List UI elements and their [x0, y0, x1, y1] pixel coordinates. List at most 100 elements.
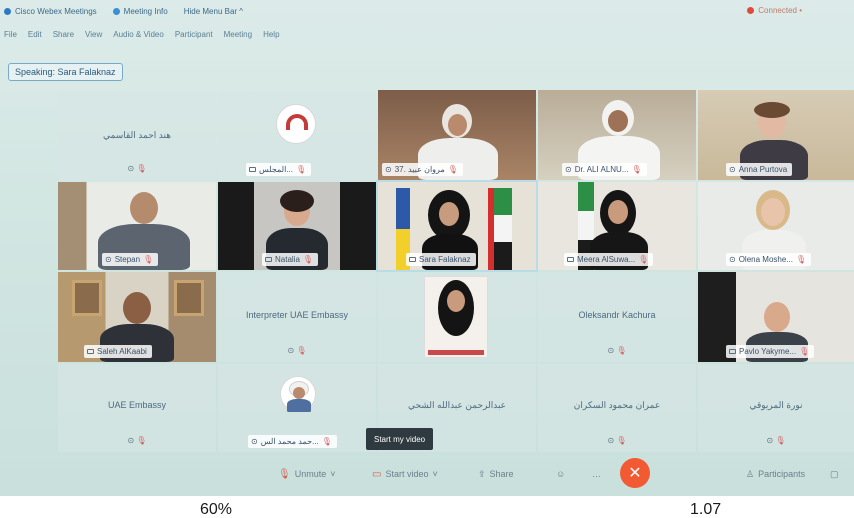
more-options-button[interactable]: …	[592, 467, 601, 481]
more-icon: …	[592, 469, 601, 479]
participant-name: هند احمد القاسمي	[103, 130, 171, 140]
participant-tile[interactable]: نورة المريوقي ⊙ 🎙	[698, 364, 854, 452]
participant-tile[interactable]: Oleksandr Kachura ⊙ 🎙	[538, 272, 696, 362]
share-icon: ⇪	[478, 468, 486, 479]
info-icon	[112, 7, 120, 15]
video-icon: ⊙	[729, 255, 736, 264]
organization-logo	[276, 104, 316, 144]
wall-portrait	[72, 280, 102, 316]
unmute-button[interactable]: 🎙 Unmute ˅	[278, 467, 335, 481]
video-icon: ⊙	[729, 165, 736, 174]
webex-logo-icon	[4, 7, 11, 15]
participant-label: Saleh AlKaabi	[84, 345, 152, 358]
start-video-button[interactable]: ▭ Start video ˅	[372, 467, 438, 481]
menu-edit[interactable]: Edit	[28, 30, 42, 44]
participant-name: Oleksandr Kachura	[578, 310, 656, 320]
participant-avatar	[280, 376, 316, 412]
status-icons: ⊙ 🎙	[766, 436, 786, 445]
connection-icon	[747, 7, 755, 14]
connection-status[interactable]: Connected •	[747, 6, 802, 15]
meeting-window: Cisco Webex Meetings Meeting Info Hide M…	[0, 0, 854, 496]
share-button[interactable]: ⇪ Share	[478, 467, 514, 481]
participant-tile[interactable]: المجلس... 🎙	[218, 92, 376, 180]
camera-icon	[409, 257, 416, 262]
participant-video-tile[interactable]: ⊙ Anna Purtova	[698, 90, 854, 180]
participant-label: المجلس... 🎙	[246, 163, 312, 176]
participant-name: UAE Embassy	[107, 400, 167, 410]
chat-button[interactable]: ▢	[830, 467, 839, 481]
participant-video-tile[interactable]: Saleh AlKaabi	[58, 272, 216, 362]
camera-icon	[87, 349, 94, 354]
start-video-tooltip: Start my video	[366, 428, 434, 450]
right-number: 1.07	[690, 501, 722, 518]
participant-label: Natalia 🎙	[262, 253, 319, 266]
participant-video-tile[interactable]: ⊙ Olena Moshe... 🎙	[698, 182, 854, 270]
flag-uae	[494, 188, 512, 270]
status-icons: ⊙ 🎙	[607, 436, 627, 445]
video-icon: ⊙	[251, 437, 258, 446]
end-meeting-button[interactable]: ✕	[620, 458, 650, 488]
camera-icon	[567, 257, 574, 262]
participant-video-tile[interactable]: Natalia 🎙	[218, 182, 376, 270]
active-speaker-indicator: Speaking: Sara Falaknaz	[8, 63, 123, 81]
caption-strip: 60% 1.07	[0, 496, 854, 518]
camera-off-icon	[249, 167, 256, 172]
participant-tile[interactable]: Interpreter UAE Embassy ⊙ 🎙	[218, 272, 376, 362]
participants-icon: ♙	[746, 468, 755, 479]
camera-icon	[729, 349, 736, 354]
arch-icon	[286, 114, 308, 130]
muted-mic-icon: 🎙	[278, 468, 291, 480]
participant-hair	[754, 102, 790, 118]
meeting-controls-toolbar: 🎙 Unmute ˅ ▭ Start video ˅ ⇪ Share ☺ … ♙…	[0, 456, 854, 492]
participant-video-tile[interactable]: Meera AlSuwa... 🎙	[538, 182, 696, 270]
muted-mic-icon: 🎙	[631, 165, 642, 174]
chat-icon: ▢	[830, 468, 839, 479]
active-speaker-video-tile[interactable]: Sara Falaknaz	[376, 180, 538, 272]
wall-portrait	[174, 280, 204, 316]
participant-tile[interactable]: هند احمد القاسمي ⊙ 🎙	[58, 92, 216, 180]
menu-help[interactable]: Help	[263, 30, 279, 44]
hide-menu-bar-button[interactable]: Hide Menu Bar ^	[184, 7, 243, 16]
participant-label: ⊙ مروان عبيد .37 🎙	[382, 163, 463, 176]
participant-label: Pavlo Yakyme... 🎙	[726, 345, 815, 358]
reactions-button[interactable]: ☺	[556, 467, 565, 481]
left-number: 60%	[200, 501, 233, 518]
chevron-down-icon[interactable]: ˅	[330, 469, 335, 479]
participant-tile[interactable]	[378, 272, 536, 362]
participant-video-tile[interactable]: ⊙ Dr. ALI ALNU... 🎙	[538, 90, 696, 180]
menu-share[interactable]: Share	[53, 30, 74, 44]
participant-video-tile[interactable]: Pavlo Yakyme... 🎙	[698, 272, 854, 362]
participant-label: ⊙ حمد محمد الس... 🎙	[248, 435, 337, 448]
menu-view[interactable]: View	[85, 30, 102, 44]
participant-video-tile[interactable]: ⊙ مروان عبيد .37 🎙	[378, 90, 536, 180]
participant-label: ⊙ Olena Moshe... 🎙	[726, 253, 812, 266]
muted-mic-icon: 🎙	[638, 255, 649, 264]
chevron-down-icon[interactable]: ˅	[432, 469, 437, 479]
participant-name: عبدالرحمن عبدالله الشحي	[407, 400, 507, 410]
status-icons: ⊙ 🎙	[607, 346, 627, 355]
menu-meeting[interactable]: Meeting	[224, 30, 252, 44]
video-off-icon: ▭	[372, 468, 382, 480]
participant-tile[interactable]: عمران محمود السكران ⊙ 🎙	[538, 364, 696, 452]
meeting-info-button[interactable]: Meeting Info	[112, 7, 168, 16]
muted-mic-icon: 🎙	[295, 165, 307, 174]
participant-video-tile[interactable]: ⊙ Stepan 🎙	[58, 182, 216, 270]
menu-participant[interactable]: Participant	[175, 30, 213, 44]
camera-icon	[265, 257, 272, 262]
menu-audio-video[interactable]: Audio & Video	[113, 30, 164, 44]
participant-name: Interpreter UAE Embassy	[245, 310, 349, 320]
participant-label: Sara Falaknaz	[406, 253, 476, 266]
menu-file[interactable]: File	[4, 30, 17, 44]
participant-label: ⊙ Anna Purtova	[726, 163, 793, 176]
participant-hair	[280, 190, 314, 212]
app-title: Cisco Webex Meetings	[4, 7, 97, 16]
close-icon: ✕	[628, 465, 642, 482]
participant-label: ⊙ Dr. ALI ALNU... 🎙	[562, 163, 647, 176]
menu-bar: File Edit Share View Audio & Video Parti…	[0, 30, 854, 44]
participant-tile[interactable]: UAE Embassy ⊙ 🎙	[58, 364, 216, 452]
muted-mic-icon: 🎙	[321, 437, 332, 446]
participants-button[interactable]: ♙ Participants	[746, 467, 805, 481]
status-icons: ⊙ 🎙	[287, 346, 307, 355]
participant-label: Meera AlSuwa... 🎙	[564, 253, 654, 266]
participant-tile[interactable]: ⊙ حمد محمد الس... 🎙	[218, 364, 376, 452]
